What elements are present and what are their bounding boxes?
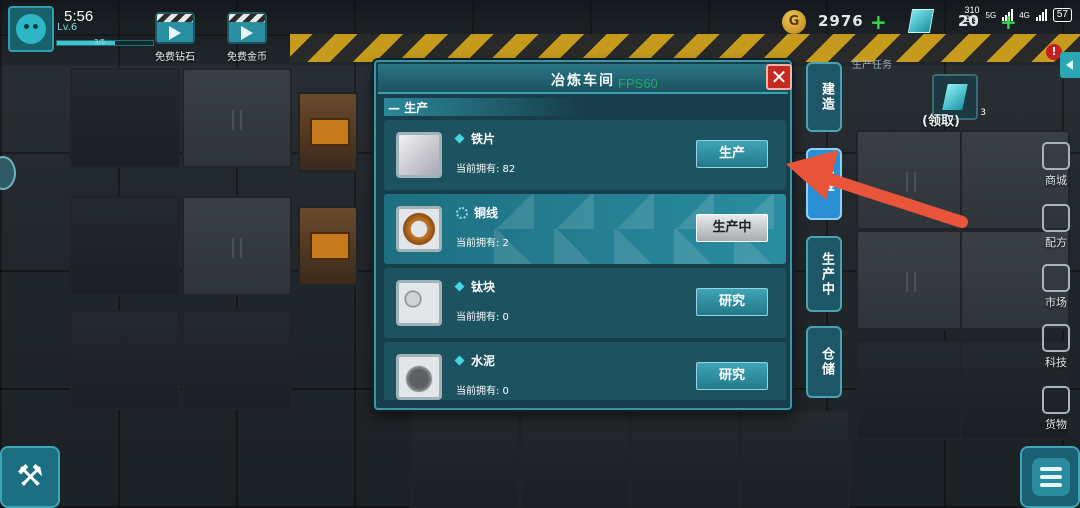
annotation-arrow-icon (786, 150, 968, 228)
game-stage: 5:56 310 B/s 5G 4G 57 Lv.6 3/5 免费钻石 免费金币… (0, 0, 1080, 508)
